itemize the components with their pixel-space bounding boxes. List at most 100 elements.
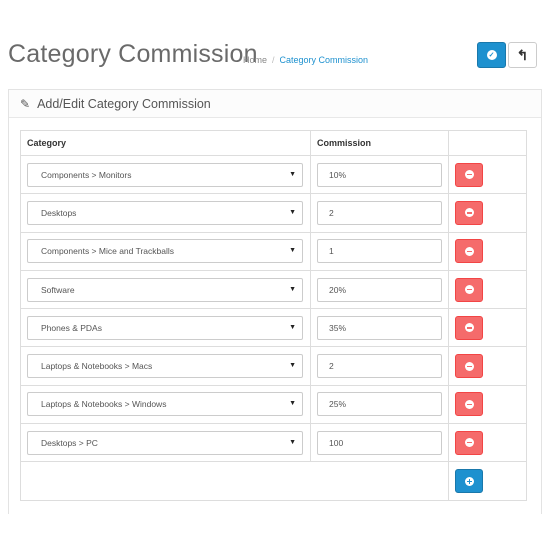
table-row: Desktops ▼ 2 — [20, 193, 527, 233]
table-row: Components > Monitors ▼ 10% — [20, 154, 527, 195]
category-cell: Desktops > PC ▼ — [20, 423, 311, 463]
category-select[interactable]: Components > Monitors ▼ — [27, 162, 303, 187]
table-row: Software ▼ 20% — [20, 269, 527, 310]
action-cell — [448, 231, 527, 271]
remove-row-button[interactable] — [455, 162, 483, 187]
action-cell — [448, 154, 527, 195]
action-cell — [448, 346, 527, 386]
page-title: Category Commission — [8, 40, 258, 68]
table-header-row: Category Commission — [20, 130, 527, 156]
category-select-value: Components > Monitors — [41, 169, 132, 180]
check-circle-icon: ✓ — [486, 50, 497, 60]
caret-down-icon: ▼ — [289, 323, 296, 331]
caret-down-icon: ▼ — [289, 285, 296, 293]
commission-input[interactable]: 10% — [317, 162, 442, 187]
commission-cell: 25% — [310, 384, 449, 425]
remove-row-button[interactable] — [455, 277, 483, 302]
commission-input[interactable]: 35% — [317, 315, 442, 340]
category-select-value: Phones & PDAs — [41, 322, 102, 333]
action-cell — [448, 384, 527, 425]
remove-row-button[interactable] — [455, 430, 483, 455]
commission-input[interactable]: 25% — [317, 392, 442, 417]
commission-input[interactable]: 2 — [317, 200, 442, 225]
commission-input[interactable]: 100 — [317, 430, 442, 455]
category-select-value: Components > Mice and Trackballs — [41, 246, 174, 257]
category-cell: Desktops ▼ — [20, 193, 311, 233]
minus-circle-icon — [464, 438, 474, 448]
panel-title: Add/Edit Category Commission — [37, 96, 211, 111]
category-cell: Laptops & Notebooks > Windows ▼ — [20, 384, 311, 425]
breadcrumb-home[interactable]: Home — [243, 55, 267, 65]
caret-down-icon: ▼ — [289, 362, 296, 370]
commission-cell: 35% — [310, 308, 449, 348]
table-footer-row — [20, 461, 527, 501]
caret-down-icon: ▼ — [289, 247, 296, 255]
commission-input[interactable]: 20% — [317, 277, 442, 302]
save-button[interactable]: ✓ — [477, 42, 506, 68]
commission-cell: 2 — [310, 346, 449, 386]
category-select-value: Desktops > PC — [41, 437, 98, 448]
remove-row-button[interactable] — [455, 315, 483, 340]
commission-cell: 1 — [310, 231, 449, 271]
category-select[interactable]: Laptops & Notebooks > Windows ▼ — [27, 392, 303, 417]
caret-down-icon: ▼ — [289, 170, 296, 178]
commission-cell: 10% — [310, 154, 449, 195]
minus-circle-icon — [464, 323, 474, 333]
footer-action-cell — [448, 461, 527, 501]
category-select[interactable]: Software ▼ — [27, 277, 303, 302]
minus-circle-icon — [464, 170, 474, 180]
commission-cell: 2 — [310, 193, 449, 233]
minus-circle-icon — [464, 285, 474, 295]
back-button[interactable]: ↰ — [508, 42, 537, 68]
category-cell: Phones & PDAs ▼ — [20, 308, 311, 348]
commission-table: Category Commission Components > Monitor… — [20, 130, 527, 501]
commission-input[interactable]: 2 — [317, 354, 442, 379]
remove-row-button[interactable] — [455, 200, 483, 225]
remove-row-button[interactable] — [455, 354, 483, 379]
action-cell — [448, 269, 527, 310]
category-select[interactable]: Desktops > PC ▼ — [27, 430, 303, 455]
category-cell: Components > Monitors ▼ — [20, 154, 311, 195]
commission-cell: 20% — [310, 269, 449, 310]
reply-icon: ↰ — [516, 47, 529, 63]
table-row: Desktops > PC ▼ 100 — [20, 423, 527, 463]
caret-down-icon: ▼ — [289, 438, 296, 446]
column-header-commission: Commission — [310, 130, 449, 156]
category-cell: Components > Mice and Trackballs ▼ — [20, 231, 311, 271]
plus-circle-icon — [464, 476, 474, 486]
category-select[interactable]: Phones & PDAs ▼ — [27, 315, 303, 340]
breadcrumb: Home / Category Commission — [243, 55, 368, 65]
category-select[interactable]: Laptops & Notebooks > Macs ▼ — [27, 354, 303, 379]
commission-cell: 100 — [310, 423, 449, 463]
add-row-button[interactable] — [455, 469, 483, 494]
table-row: Phones & PDAs ▼ 35% — [20, 308, 527, 348]
caret-down-icon: ▼ — [289, 400, 296, 408]
remove-row-button[interactable] — [455, 392, 483, 417]
panel-heading: ✎ Add/Edit Category Commission — [9, 90, 541, 118]
column-header-category: Category — [20, 130, 311, 156]
minus-circle-icon — [464, 246, 474, 256]
column-header-action — [448, 130, 527, 156]
page-header: Category Commission Home / Category Commis… — [8, 40, 542, 74]
action-cell — [448, 308, 527, 348]
minus-circle-icon — [464, 208, 474, 218]
category-select-value: Laptops & Notebooks > Windows — [41, 399, 167, 410]
action-cell — [448, 193, 527, 233]
table-row: Laptops & Notebooks > Macs ▼ 2 — [20, 346, 527, 386]
category-select-value: Software — [41, 284, 75, 295]
breadcrumb-current[interactable]: Category Commission — [280, 55, 369, 65]
breadcrumb-separator: / — [272, 55, 275, 65]
caret-down-icon: ▼ — [289, 208, 296, 216]
commission-input[interactable]: 1 — [317, 239, 442, 264]
commission-panel: ✎ Add/Edit Category Commission Category … — [8, 89, 542, 514]
category-select[interactable]: Components > Mice and Trackballs ▼ — [27, 239, 303, 264]
category-select-value: Laptops & Notebooks > Macs — [41, 361, 153, 372]
table-row: Laptops & Notebooks > Windows ▼ 25% — [20, 384, 527, 425]
category-cell: Software ▼ — [20, 269, 311, 310]
pencil-icon: ✎ — [20, 96, 31, 111]
footer-spacer — [20, 461, 449, 501]
category-select[interactable]: Desktops ▼ — [27, 200, 303, 225]
minus-circle-icon — [464, 399, 474, 409]
remove-row-button[interactable] — [455, 239, 483, 264]
action-cell — [448, 423, 527, 463]
